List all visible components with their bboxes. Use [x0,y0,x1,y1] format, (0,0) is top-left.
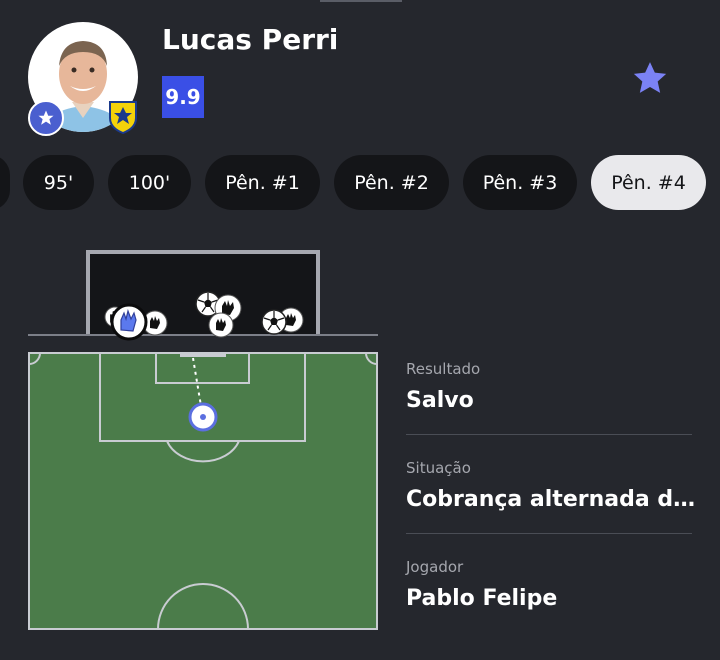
player-label: Jogador [406,558,464,576]
situation-label: Situação [406,459,471,477]
club-crest-icon [108,100,138,135]
player-value: Pablo Felipe [406,586,558,611]
glove-icon[interactable] [208,312,234,338]
goal-line [28,334,378,336]
player-name: Lucas Perri [162,23,339,56]
star-badge-icon [28,100,64,136]
chip-period-95[interactable]: 95' [23,155,94,210]
divider [406,434,692,435]
glove-icon-highlighted[interactable] [108,303,150,341]
drag-handle[interactable] [320,0,402,2]
chip-period-100[interactable]: 100' [108,155,191,210]
player-avatar [28,22,140,136]
result-value: Salvo [406,388,474,413]
divider [406,533,692,534]
chip-period-previous[interactable] [0,155,10,210]
result-label: Resultado [406,360,481,378]
star-icon[interactable] [630,58,670,98]
chip-penalty-4[interactable]: Pên. #4 [591,155,706,210]
situation-value: Cobrança alternada de pênaltis [406,487,696,512]
chip-penalty-2[interactable]: Pên. #2 [334,155,449,210]
pitch-shot-map [28,352,378,630]
ball-icon[interactable] [261,309,287,335]
chip-penalty-3[interactable]: Pên. #3 [463,155,577,210]
chip-penalty-1[interactable]: Pên. #1 [205,155,320,210]
rating-badge: 9.9 [162,76,204,118]
